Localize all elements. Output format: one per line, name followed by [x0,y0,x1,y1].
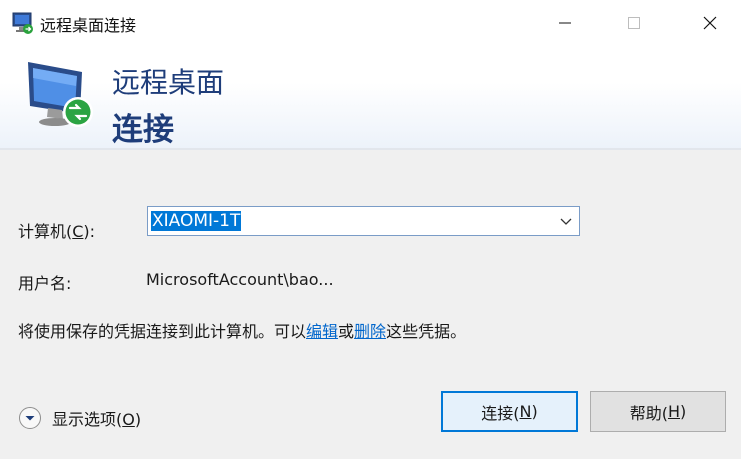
remote-desktop-icon [12,12,33,34]
banner-title-line1: 远程桌面 [112,66,225,99]
title-bar[interactable]: 远程桌面连接 [0,0,741,46]
chevron-down-icon[interactable] [559,214,573,228]
computer-input[interactable]: XIAOMI-1T [151,211,242,231]
computer-label: 计算机(C): [18,222,96,241]
username-label: 用户名: [18,274,72,293]
maximize-button[interactable] [604,0,664,46]
minimize-button[interactable] [535,0,595,46]
maximize-icon [628,17,640,29]
credentials-info: 将使用保存的凭据连接到此计算机。可以编辑或删除这些凭据。 [18,322,467,341]
banner-title-line2: 连接 [112,112,174,148]
close-icon [703,16,717,30]
minimize-icon [559,22,571,24]
window-title: 远程桌面连接 [40,16,137,35]
edit-credentials-link[interactable]: 编辑 [306,322,338,341]
computer-combobox[interactable]: XIAOMI-1T [147,206,580,236]
show-options-label: 显示选项(O) [52,410,142,429]
username-value: MicrosoftAccount\bao... [146,270,334,289]
remote-desktop-monitor-icon [28,62,93,127]
help-button[interactable]: 帮助(H) [590,391,726,432]
connect-button[interactable]: 连接(N) [441,391,578,432]
expand-chevron-icon [19,407,41,429]
close-button[interactable] [680,0,740,46]
delete-credentials-link[interactable]: 删除 [354,322,386,341]
show-options-toggle[interactable]: 显示选项(O) [18,404,141,432]
